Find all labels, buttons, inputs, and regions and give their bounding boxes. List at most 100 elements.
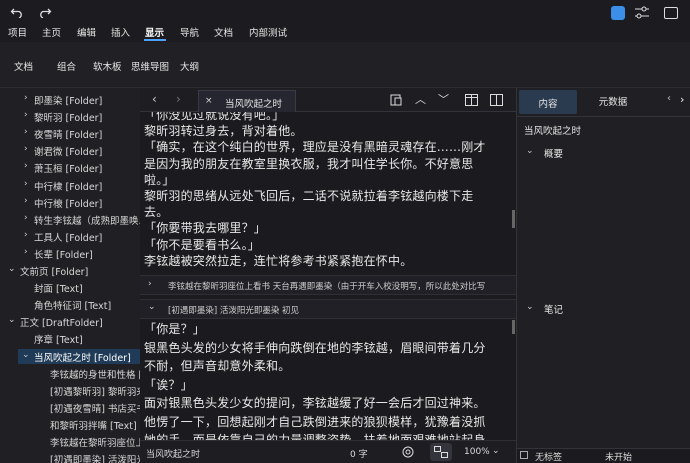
collapse-chevron-icon[interactable]: ›	[24, 110, 28, 120]
inspector-next-icon[interactable]: ›	[680, 93, 684, 106]
view-document-button[interactable]: 文档	[14, 59, 33, 73]
view-corkboard-button[interactable]: 软木板	[93, 59, 122, 73]
scrollbar-thumb[interactable]	[512, 210, 515, 228]
collapse-chevron-icon[interactable]: ›	[24, 144, 28, 154]
binder-item[interactable]: 序章 [Text]	[0, 331, 140, 346]
expand-chevron-icon[interactable]: ⌄	[8, 264, 16, 274]
binder-item[interactable]: › 谢君微 [Folder]	[0, 143, 140, 158]
expand-chevron-icon[interactable]: ⌄	[8, 315, 16, 325]
section-title-2: [初遇即墨染] 活泼阳光即墨染 初见	[168, 306, 300, 316]
binder-item-label: 工具人 [Folder]	[34, 232, 103, 244]
doc-split-icon[interactable]	[390, 94, 402, 106]
redo-icon[interactable]	[38, 4, 52, 18]
binder-item[interactable]: [初遇夜雪晴] 书店买书	[0, 400, 140, 415]
binder-item-label: 角色特征词 [Text]	[34, 301, 112, 313]
binder-item[interactable]: › 萧玉桓 [Folder]	[0, 160, 140, 175]
section-collapse-icon[interactable]: ⌄	[148, 302, 156, 312]
menu-insert[interactable]: 插入	[111, 25, 130, 39]
active-menu-indicator	[144, 39, 166, 41]
zoom-dropdown-icon[interactable]: ⌄	[492, 446, 500, 456]
text-line: 不耐，但声音却意外柔和。	[144, 359, 291, 373]
menu-home[interactable]: 主页	[42, 25, 61, 39]
split-vertical-icon[interactable]	[465, 94, 478, 106]
binder-item[interactable]: ⌄ 当风吹起之时 [Folder]	[18, 348, 140, 364]
tab-content[interactable]: 内容	[519, 90, 577, 114]
text-line: 是因为我的朋友在教室里换衣服，我才叫住学长你。不好意思	[144, 156, 474, 171]
binder-item-label: [初遇黎昕羽] 黎昕羽来	[50, 386, 140, 398]
binder-item[interactable]: › 中行榱 [Folder]	[0, 195, 140, 210]
collapse-chevron-icon[interactable]: ›	[24, 230, 28, 240]
collapse-chevron-icon[interactable]: ›	[24, 247, 28, 257]
collapse-chevron-icon[interactable]: ›	[24, 127, 28, 137]
settings-sliders-icon[interactable]	[634, 6, 650, 20]
binder-item[interactable]: › 夜雪晴 [Folder]	[0, 126, 140, 141]
status-select[interactable]: 未开始	[605, 450, 632, 463]
scrollbar-thumb-2[interactable]	[512, 320, 515, 334]
panel-toggle-icon[interactable]	[611, 6, 625, 20]
title-bar	[0, 0, 690, 22]
binder-item[interactable]: [初遇即墨染] 活泼阳光	[0, 451, 140, 463]
binder-item-label: 李铉越在黎昕羽座位上	[50, 438, 140, 449]
collapse-chevron-icon[interactable]: ›	[24, 196, 28, 206]
view-composite-button[interactable]: 组合	[57, 59, 76, 73]
binder-item[interactable]: ⌄ 正文 [DraftFolder]	[0, 314, 140, 329]
binder-item[interactable]: › 黎昕羽 [Folder]	[0, 109, 140, 124]
next-section-icon[interactable]: ﹀	[438, 91, 449, 107]
collapse-chevron-icon[interactable]: ›	[24, 179, 28, 189]
binder-item[interactable]: ⌄ 文前页 [Folder]	[0, 263, 140, 278]
section-expand-icon[interactable]: ›	[148, 279, 152, 289]
binder-item[interactable]: › 转生李铉越（成熟即墨唤...	[0, 212, 140, 227]
menu-internal-test[interactable]: 内部测试	[249, 25, 287, 39]
text-line: 「诶？」	[144, 377, 193, 392]
text-line: 他愣了一下，回想起刚才自己跌倒进来的狼狈模样，犹豫着没抓	[144, 414, 486, 429]
notes-collapse-icon[interactable]: ⌄	[526, 302, 534, 312]
menu-document[interactable]: 文档	[214, 25, 233, 39]
binder-item[interactable]: [初遇黎昕羽] 黎昕羽来	[0, 383, 140, 398]
collapse-chevron-icon[interactable]: ›	[24, 213, 28, 223]
view-mindmap-button[interactable]: 思维导图	[131, 59, 169, 73]
menu-project[interactable]: 项目	[8, 25, 27, 39]
zoom-select[interactable]: 100%	[464, 447, 490, 457]
section-header-1[interactable]: › 李铉越在黎昕羽座位上看书 天台再遇即墨染（由于开车入校没明写，所以此处对比写	[140, 275, 516, 295]
tab-document[interactable]: × 当风吹起之时	[198, 90, 296, 112]
tab-metadata[interactable]: 元数据	[585, 94, 641, 108]
menu-navigate[interactable]: 导航	[180, 25, 199, 39]
binder-item[interactable]: 封面 [Text]	[0, 280, 140, 295]
binder-item[interactable]: › 中行棣 [Folder]	[0, 178, 140, 193]
binder-item[interactable]: › 长辈 [Folder]	[0, 246, 140, 261]
split-horizontal-icon[interactable]	[490, 94, 503, 106]
binder-item-label: [初遇即墨染] 活泼阳光	[50, 455, 140, 463]
binder-item[interactable]: 李铉越的身世和性格 [	[0, 366, 140, 381]
label-color-icon[interactable]	[520, 451, 528, 459]
section-header-2[interactable]: ⌄ [初遇即墨染] 活泼阳光即墨染 初见	[140, 299, 516, 319]
inspector-pane: 内容 元数据 ‹ › 当风吹起之时 ⌄ 概要 ⌄ 笔记 无标签 未开始	[516, 88, 690, 463]
menu-bar: 项目 主页 编辑 插入 显示 导航 文档 内部测试	[0, 6, 690, 42]
nav-back-icon[interactable]: ‹	[152, 92, 157, 106]
undo-icon[interactable]	[10, 4, 24, 18]
binder-tree[interactable]: › 即墨染 [Folder] › 黎昕羽 [Folder] › 夜雪晴 [Folder] ›…	[0, 88, 140, 463]
layout-toggle-button[interactable]	[430, 443, 452, 461]
word-count: 0 字	[350, 450, 368, 460]
synopsis-collapse-icon[interactable]: ⌄	[526, 146, 534, 156]
binder-item[interactable]: › 即墨染 [Folder]	[0, 92, 140, 107]
text-line: 啦。」	[144, 172, 175, 187]
expand-chevron-icon[interactable]: ⌄	[22, 350, 30, 360]
tab-close-icon[interactable]: ×	[205, 96, 213, 106]
editor-pane[interactable]: 「你没见过就说没有吧。」 黎昕羽转过身去，背对着他。 「确实，在这个纯白的世界，理应…	[140, 112, 516, 463]
binder-item[interactable]: 和黎昕羽拌嘴 [Text]	[0, 417, 140, 432]
binder-item[interactable]: 李铉越在黎昕羽座位上	[0, 434, 140, 449]
collapse-chevron-icon[interactable]: ›	[24, 161, 28, 171]
view-outline-button[interactable]: 大纲	[180, 59, 199, 73]
binder-item-label: [初遇夜雪晴] 书店买书	[50, 403, 140, 415]
nav-forward-icon[interactable]: ›	[176, 92, 181, 106]
target-icon[interactable]	[402, 446, 414, 458]
binder-item-label: 文前页 [Folder]	[20, 267, 89, 278]
binder-item[interactable]: 角色特征词 [Text]	[0, 297, 140, 312]
menu-edit[interactable]: 编辑	[77, 25, 96, 39]
binder-item[interactable]: › 工具人 [Folder]	[0, 229, 140, 244]
window-mode-icon[interactable]	[664, 7, 678, 19]
label-select[interactable]: 无标签	[535, 450, 562, 463]
collapse-chevron-icon[interactable]: ›	[24, 93, 28, 103]
prev-section-icon[interactable]: ︿	[415, 91, 426, 107]
menu-view[interactable]: 显示	[145, 25, 164, 39]
